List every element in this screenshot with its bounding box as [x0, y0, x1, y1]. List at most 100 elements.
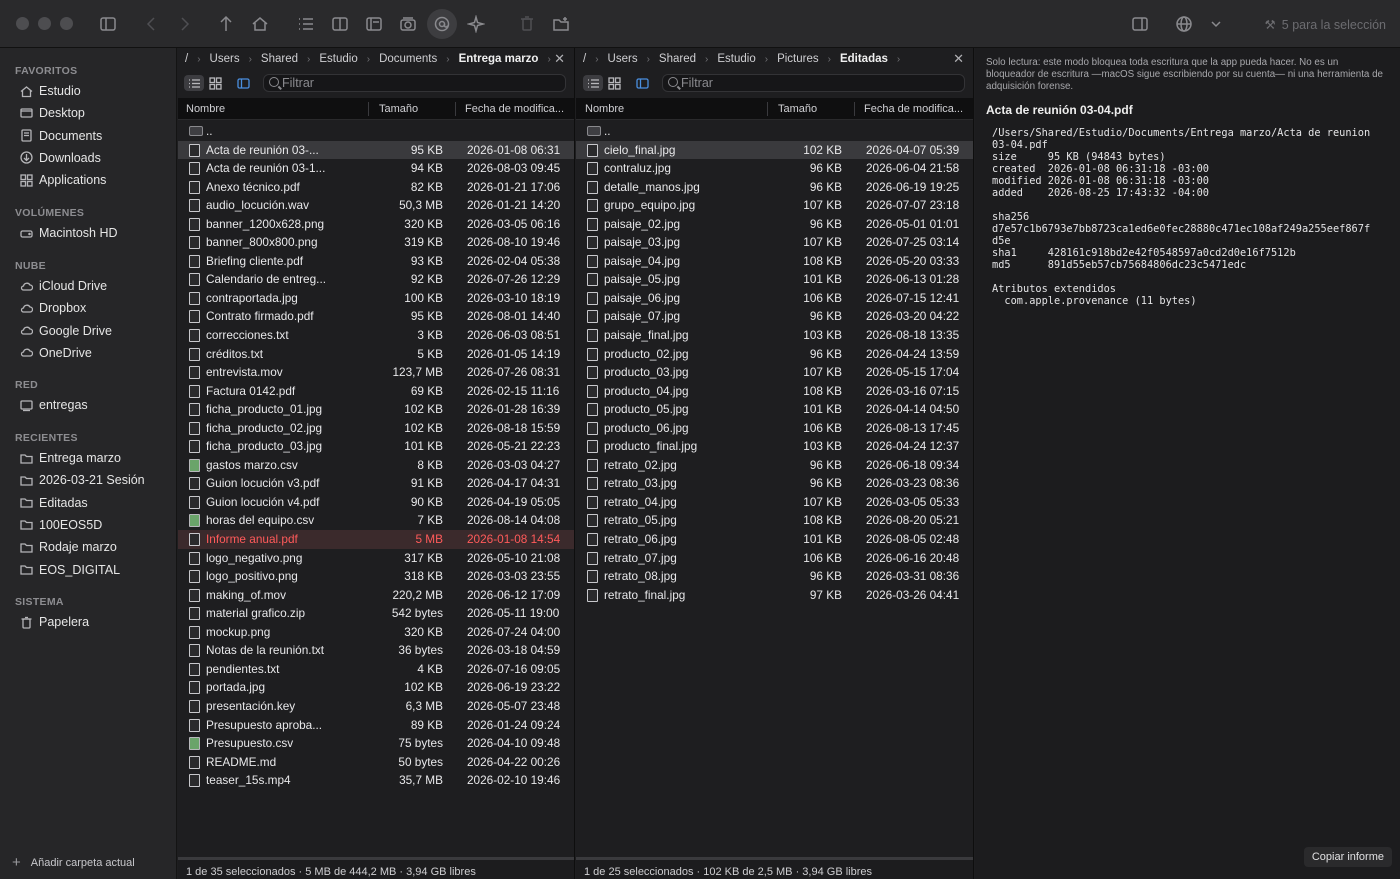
table-row[interactable]: audio_locución.wav 50,3 MB 2026-01-21 14:2… — [178, 196, 574, 215]
table-row[interactable]: producto_03.jpg 107 KB 2026-05-15 17:04 — [576, 363, 973, 382]
at-sign-icon[interactable] — [427, 9, 457, 39]
breadcrumb-item[interactable]: Estudio — [319, 53, 357, 65]
sidebar-item-editadas[interactable]: Editadas — [19, 493, 88, 513]
parent-folder-row[interactable]: .. — [576, 122, 973, 141]
preview-pane-icon[interactable] — [362, 12, 386, 36]
table-row[interactable]: paisaje_03.jpg 107 KB 2026-07-25 03:14 — [576, 233, 973, 252]
sidebar-item-eos-digital[interactable]: EOS_DIGITAL — [19, 560, 120, 580]
table-row[interactable]: paisaje_04.jpg 108 KB 2026-05-20 03:33 — [576, 252, 973, 271]
table-row[interactable]: ficha_producto_01.jpg 102 KB 2026-01-28 16… — [178, 400, 574, 419]
column-divider[interactable] — [767, 102, 768, 116]
sidebar-item-estudio[interactable]: Estudio — [19, 81, 81, 101]
table-row[interactable]: retrato_04.jpg 107 KB 2026-03-05 05:33 — [576, 493, 973, 512]
table-row[interactable]: contraportada.jpg 100 KB 2026-03-10 18:19 — [178, 289, 574, 308]
table-row[interactable]: paisaje_final.jpg 103 KB 2026-08-18 13:35 — [576, 326, 973, 345]
sidebar-item-2026-03-21-sesion[interactable]: 2026-03-21 Sesión — [19, 470, 145, 490]
sidebar-item-dropbox[interactable]: Dropbox — [19, 298, 86, 318]
table-row[interactable]: entrevista.mov 123,7 MB 2026-07-26 08:31 — [178, 363, 574, 382]
list-view-icon[interactable] — [294, 12, 318, 36]
table-row[interactable]: Presupuesto.csv 75 bytes 2026-04-10 09:48 — [178, 734, 574, 753]
trash-icon[interactable] — [515, 12, 539, 36]
breadcrumb-item[interactable]: Documents — [379, 53, 437, 65]
breadcrumb-item[interactable]: / — [583, 53, 586, 65]
sidebar-item-rodaje-marzo[interactable]: Rodaje marzo — [19, 537, 117, 557]
column-divider[interactable] — [368, 102, 369, 116]
breadcrumb-item[interactable]: Entrega marzo — [459, 53, 539, 65]
table-row[interactable]: teaser_15s.mp4 35,7 MB 2026-02-10 19:46 — [178, 771, 574, 790]
table-row[interactable]: detalle_manos.jpg 96 KB 2026-06-19 19:25 — [576, 178, 973, 197]
sidebar-item-entregas[interactable]: entregas — [19, 395, 88, 415]
table-row[interactable]: retrato_06.jpg 101 KB 2026-08-05 02:48 — [576, 530, 973, 549]
filter-input[interactable]: Filtrar — [263, 74, 566, 92]
filter-input[interactable]: Filtrar — [662, 74, 965, 92]
table-row[interactable]: mockup.png 320 KB 2026-07-24 04:00 — [178, 623, 574, 642]
table-row[interactable]: paisaje_02.jpg 96 KB 2026-05-01 01:01 — [576, 215, 973, 234]
sidebar-toggle-icon[interactable] — [96, 12, 120, 36]
table-row[interactable]: Acta de reunión 03-... 95 KB 2026-01-08 06… — [178, 140, 574, 160]
globe-icon[interactable] — [1172, 12, 1196, 36]
grid-view-button[interactable] — [205, 75, 225, 91]
sidebar-item-entrega-marzo[interactable]: Entrega marzo — [19, 448, 121, 468]
table-row[interactable]: producto_06.jpg 106 KB 2026-08-13 17:45 — [576, 419, 973, 438]
table-row[interactable]: retrato_final.jpg 97 KB 2026-03-26 04:41 — [576, 586, 973, 605]
col-date[interactable]: Fecha de modifica... — [465, 103, 564, 115]
table-row[interactable]: créditos.txt 5 KB 2026-01-05 14:19 — [178, 345, 574, 364]
dual-pane-icon[interactable] — [328, 12, 352, 36]
table-row[interactable]: Briefing cliente.pdf 93 KB 2026-02-04 05:3… — [178, 252, 574, 271]
list-view-button[interactable] — [184, 75, 204, 91]
new-folder-icon[interactable] — [549, 12, 573, 36]
chevron-down-icon[interactable] — [1204, 12, 1228, 36]
sidebar-item-100eos5d[interactable]: 100EOS5D — [19, 515, 102, 535]
table-row[interactable]: material grafico.zip 542 bytes 2026-05-11 … — [178, 604, 574, 623]
table-row[interactable]: Notas de la reunión.txt 36 bytes 2026-03-1… — [178, 641, 574, 660]
table-row[interactable]: Guion locución v3.pdf 91 KB 2026-04-17 04:… — [178, 474, 574, 493]
table-row[interactable]: paisaje_05.jpg 101 KB 2026-06-13 01:28 — [576, 270, 973, 289]
table-row[interactable]: logo_positivo.png 318 KB 2026-03-03 23:55 — [178, 567, 574, 586]
back-icon[interactable] — [140, 12, 164, 36]
table-row[interactable]: ficha_producto_03.jpg 101 KB 2026-05-21 22… — [178, 437, 574, 456]
sidebar-item-documents[interactable]: Documents — [19, 126, 102, 146]
table-row[interactable]: README.md 50 bytes 2026-04-22 00:26 — [178, 753, 574, 772]
breadcrumb-item[interactable]: / — [185, 53, 188, 65]
table-row[interactable]: presentación.key 6,3 MB 2026-05-07 23:48 — [178, 697, 574, 716]
breadcrumb-item[interactable]: Pictures — [777, 53, 819, 65]
table-row[interactable]: paisaje_06.jpg 106 KB 2026-07-15 12:41 — [576, 289, 973, 308]
table-row[interactable]: retrato_07.jpg 106 KB 2026-06-16 20:48 — [576, 549, 973, 568]
table-row[interactable]: gastos marzo.csv 8 KB 2026-03-03 04:27 — [178, 456, 574, 475]
breadcrumb-item[interactable]: Shared — [261, 53, 298, 65]
table-row[interactable]: Informe anual.pdf 5 MB 2026-01-08 14:54 — [178, 530, 574, 549]
table-row[interactable]: retrato_03.jpg 96 KB 2026-03-23 08:36 — [576, 474, 973, 493]
table-row[interactable]: retrato_02.jpg 96 KB 2026-06-18 09:34 — [576, 456, 973, 475]
table-row[interactable]: Acta de reunión 03-1... 94 KB 2026-08-03 0… — [178, 159, 574, 178]
table-row[interactable]: portada.jpg 102 KB 2026-06-19 23:22 — [178, 678, 574, 697]
table-row[interactable]: horas del equipo.csv 7 KB 2026-08-14 04:08 — [178, 511, 574, 530]
table-row[interactable]: correcciones.txt 3 KB 2026-06-03 08:51 — [178, 326, 574, 345]
sidebar-item-desktop[interactable]: Desktop — [19, 103, 85, 123]
breadcrumb-item[interactable]: Users — [210, 53, 240, 65]
table-row[interactable]: producto_02.jpg 96 KB 2026-04-24 13:59 — [576, 345, 973, 364]
copy-report-button[interactable]: Copiar informe — [1303, 847, 1392, 867]
breadcrumb-item[interactable]: Editadas — [840, 53, 888, 65]
sidebar-item-applications[interactable]: Applications — [19, 170, 106, 190]
inspector-toggle-icon[interactable] — [1128, 12, 1152, 36]
up-arrow-icon[interactable] — [214, 12, 238, 36]
col-name[interactable]: Nombre — [585, 103, 624, 115]
table-row[interactable]: logo_negativo.png 317 KB 2026-05-10 21:08 — [178, 549, 574, 568]
table-row[interactable]: contraluz.jpg 96 KB 2026-06-04 21:58 — [576, 159, 973, 178]
zoom-window-button[interactable] — [60, 17, 73, 30]
table-row[interactable]: pendientes.txt 4 KB 2026-07-16 09:05 — [178, 660, 574, 679]
table-row[interactable]: producto_04.jpg 108 KB 2026-03-16 07:15 — [576, 382, 973, 401]
table-row[interactable]: cielo_final.jpg 102 KB 2026-04-07 05:39 — [576, 140, 973, 160]
close-pane-icon[interactable]: ✕ — [554, 51, 565, 67]
table-row[interactable]: producto_final.jpg 103 KB 2026-04-24 12:37 — [576, 437, 973, 456]
grid-view-button[interactable] — [604, 75, 624, 91]
col-name[interactable]: Nombre — [186, 103, 225, 115]
parent-folder-row[interactable]: .. — [178, 122, 574, 141]
table-row[interactable]: retrato_08.jpg 96 KB 2026-03-31 08:36 — [576, 567, 973, 586]
col-size[interactable]: Tamaño — [379, 103, 418, 115]
close-window-button[interactable] — [16, 17, 29, 30]
table-row[interactable]: grupo_equipo.jpg 107 KB 2026-07-07 23:18 — [576, 196, 973, 215]
column-divider[interactable] — [854, 102, 855, 116]
sidebar-item-downloads[interactable]: Downloads — [19, 148, 101, 168]
table-row[interactable]: paisaje_07.jpg 96 KB 2026-03-20 04:22 — [576, 307, 973, 326]
